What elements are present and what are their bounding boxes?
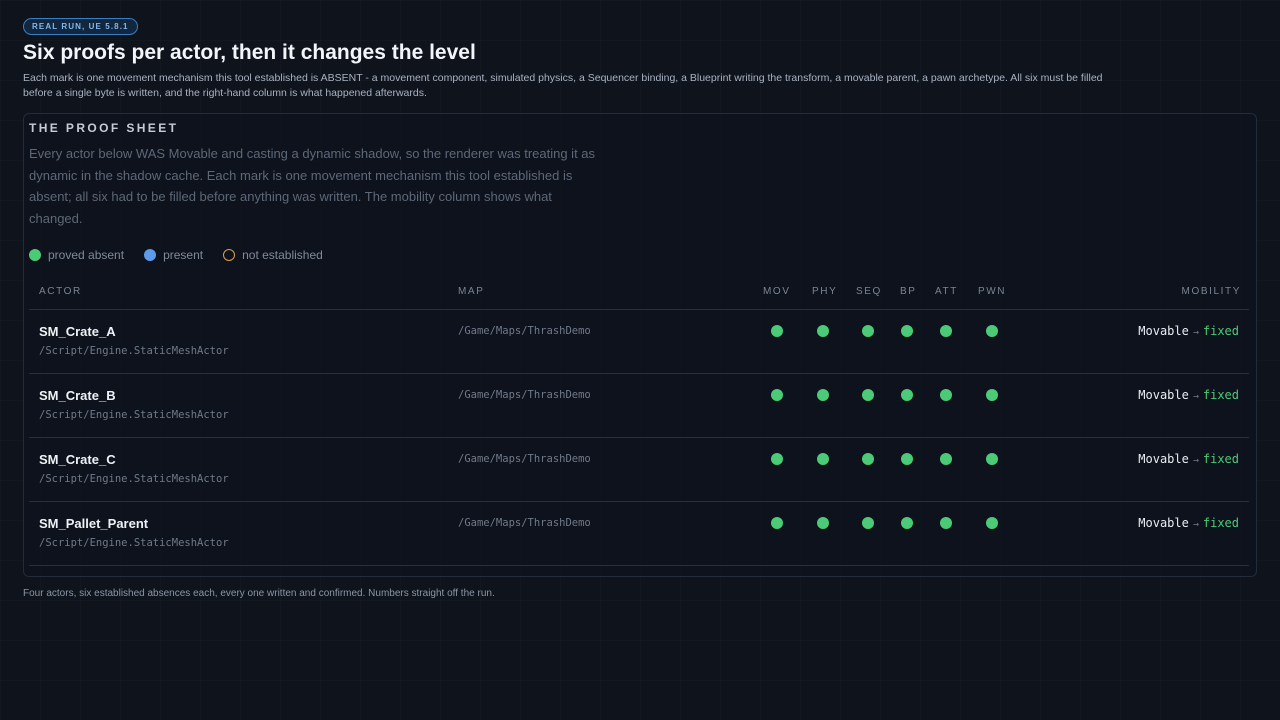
proof-bp-dot-icon [901,389,913,401]
actor-map: /Game/Maps/ThrashDemo [458,325,591,337]
proof-att-dot-icon [940,517,952,529]
page-subtitle: Each mark is one movement mechanism this… [23,72,1103,99]
proof-seq-dot-icon [862,325,874,337]
legend-label-not-established: not established [242,248,323,262]
legend-label-absent: proved absent [48,248,125,262]
proof-att-dot-icon [940,453,952,465]
filled-dot-icon [144,249,157,261]
page-title: Six proofs per actor, then it changes th… [23,41,476,64]
filled-dot-icon [29,249,41,261]
proof-phy-dot-icon [817,453,829,465]
proof-mov-dot-icon [771,517,783,529]
mobility-before: Movable [1138,324,1189,338]
table-row: SM_Crate_B /Script/Engine.StaticMeshActo… [29,374,1249,438]
column-header-mobility: MOBILITY [1181,286,1241,297]
actor-name: SM_Crate_C [39,452,116,467]
column-header-pwn: PWN [978,286,1007,297]
legend-label-present: present [163,248,204,262]
proof-mov-dot-icon [771,325,783,337]
card-description: Every actor below WAS Movable and castin… [29,146,596,226]
proof-bp-dot-icon [901,517,913,529]
card-title: THE PROOF SHEET [29,121,179,135]
column-header-att: ATT [935,286,958,297]
mobility-after: fixed [1202,452,1239,466]
proof-bp-dot-icon [901,453,913,465]
column-header-phy: PHY [812,286,838,297]
proof-pwn-dot-icon [986,389,998,401]
table-header: ACTOR MAP MOV PHY SEQ BP ATT PWN MOBILIT… [29,284,1249,310]
proof-att-dot-icon [940,389,952,401]
ring-dot-icon [223,249,236,261]
mobility-before: Movable [1138,516,1189,530]
actor-class: /Script/Engine.StaticMeshActor [39,537,229,549]
column-header-seq: SEQ [856,286,882,297]
proof-seq-dot-icon [862,453,874,465]
arrow-right-icon: → [1192,327,1199,338]
footer-note: Four actors, six established absences ea… [23,588,495,599]
proof-pwn-dot-icon [986,325,998,337]
actor-class: /Script/Engine.StaticMeshActor [39,409,229,421]
arrow-right-icon: → [1192,455,1199,466]
proof-phy-dot-icon [817,389,829,401]
proof-mov-dot-icon [771,389,783,401]
table-row: SM_Crate_C /Script/Engine.StaticMeshActo… [29,438,1249,502]
arrow-right-icon: → [1192,519,1199,530]
table-row: SM_Pallet_Parent /Script/Engine.StaticMe… [29,502,1249,566]
proof-phy-dot-icon [817,325,829,337]
actor-map: /Game/Maps/ThrashDemo [458,453,591,465]
proof-sheet-card: THE PROOF SHEET Every actor below WAS Mo… [23,113,1257,577]
column-header-mov: MOV [763,286,791,297]
proof-pwn-dot-icon [986,453,998,465]
actor-class: /Script/Engine.StaticMeshActor [39,473,229,485]
column-header-actor: ACTOR [39,286,82,297]
column-header-bp: BP [900,286,917,297]
mobility-change: Movable → fixed [1138,452,1239,466]
arrow-right-icon: → [1192,391,1199,402]
actor-name: SM_Pallet_Parent [39,516,149,531]
actor-name: SM_Crate_B [39,388,116,403]
legend: proved absent present not established [29,248,343,262]
legend-item-present: present [144,248,203,262]
legend-item-absent: proved absent [29,248,124,262]
proof-pwn-dot-icon [986,517,998,529]
mobility-change: Movable → fixed [1138,388,1239,402]
proof-mov-dot-icon [771,453,783,465]
actor-map: /Game/Maps/ThrashDemo [458,517,591,529]
actor-class: /Script/Engine.StaticMeshActor [39,345,229,357]
actor-name: SM_Crate_A [39,324,116,339]
mobility-before: Movable [1138,388,1189,402]
run-badge: REAL RUN, UE 5.8.1 [23,18,138,35]
proof-bp-dot-icon [901,325,913,337]
mobility-change: Movable → fixed [1138,324,1239,338]
proof-sheet-page: REAL RUN, UE 5.8.1 Six proofs per actor,… [0,0,1280,720]
mobility-before: Movable [1138,452,1189,466]
proof-att-dot-icon [940,325,952,337]
actor-map: /Game/Maps/ThrashDemo [458,389,591,401]
column-header-map: MAP [458,286,485,297]
table-row: SM_Crate_A /Script/Engine.StaticMeshActo… [29,310,1249,374]
mobility-after: fixed [1202,324,1239,338]
mobility-after: fixed [1202,516,1239,530]
proof-phy-dot-icon [817,517,829,529]
proof-seq-dot-icon [862,389,874,401]
mobility-after: fixed [1202,388,1239,402]
mobility-change: Movable → fixed [1138,516,1239,530]
proof-seq-dot-icon [862,517,874,529]
legend-item-not-established: not established [223,248,323,262]
